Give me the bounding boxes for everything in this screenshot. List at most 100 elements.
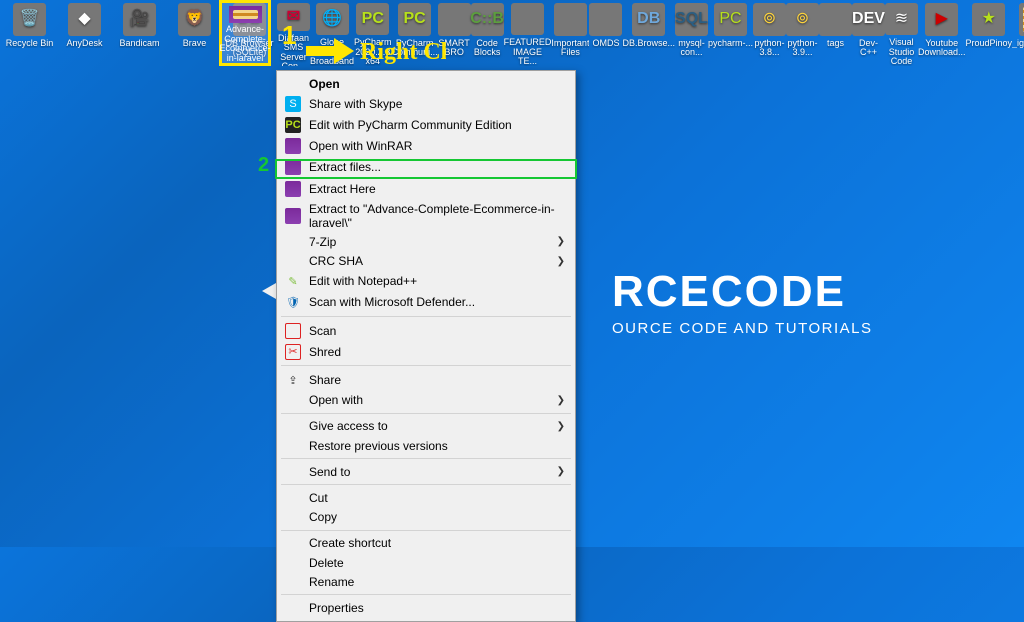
menu-extract-files[interactable]: Extract files... [279,157,573,178]
menu-send-to[interactable]: Send to❯ [279,462,573,481]
winrar-icon [285,138,301,154]
menu-delete[interactable]: Delete [279,553,573,572]
menu-create-shortcut[interactable]: Create shortcut [279,534,573,553]
winrar-icon [285,159,301,175]
menu-separator [281,413,571,414]
codeblocks-icon: C::B [471,3,504,36]
icon-igetintop1[interactable]: _igetintop... [1012,0,1024,66]
desktop[interactable]: 🗑️Recycle Bin ◆AnyDesk 🎥Bandicam 🦁Brave … [2,0,1024,66]
target-icon-label: Advance-Complete-Ecommerce-in-laravel [220,25,271,63]
python-icon: ⊚ [753,3,786,36]
icon-bandicam[interactable]: 🎥Bandicam [112,0,167,66]
annotation-arrow-icon: Right Click [306,36,446,68]
annotation-step2-number: 2 [258,154,269,177]
pycharm-comm-icon: PC [398,3,431,36]
menu-7zip[interactable]: 7-Zip❯ [279,232,573,251]
bandicam-icon: 🎥 [123,3,156,36]
menu-separator [281,316,571,317]
defender-icon: 🛡 [285,294,301,310]
annotation-step1: 1 [282,20,303,51]
devcpp-icon: DEV [852,3,885,36]
menu-notepadpp[interactable]: ✎Edit with Notepad++ [279,271,573,292]
menu-defender[interactable]: 🛡Scan with Microsoft Defender... [279,292,573,313]
winrar-icon [285,208,301,224]
icon-mysql[interactable]: SQLmysql-con... [675,0,708,66]
icon-omds[interactable]: OMDS [589,0,622,66]
wallpaper-subtitle: OURCE CODE AND TUTORIALS [612,320,873,337]
icon-target-archive[interactable]: Advance-Complete-Ecommerce-in-laravel [219,0,271,66]
folder-icon [589,3,622,36]
scan-icon [285,323,301,339]
menu-separator [281,530,571,531]
menu-share[interactable]: ⇪Share [279,369,573,390]
context-menu-pointer-icon [262,283,276,299]
pycharm-installer-icon: PC [714,3,747,36]
db-file-icon: DB [632,3,665,36]
menu-copy[interactable]: Copy [279,508,573,527]
wallpaper-title: RCECODE [612,270,873,314]
chevron-right-icon: ❯ [557,395,565,406]
icon-tags[interactable]: tags [819,0,852,66]
icon-python38[interactable]: ⊚python-3.8... [753,0,786,66]
share-icon: ⇪ [285,372,301,388]
menu-separator [281,594,571,595]
icon-featured[interactable]: FEATURED IMAGE TE... [504,0,552,66]
chevron-right-icon: ❯ [557,421,565,432]
menu-give-access[interactable]: Give access to❯ [279,417,573,436]
notepadpp-icon: ✎ [285,273,301,289]
skype-icon: S [285,96,301,112]
icon-python39[interactable]: ⊚python-3.9... [786,0,819,66]
icon-important[interactable]: Important Files [551,0,589,66]
icon-proudpinoy[interactable]: ★ProudPinoy [966,0,1013,66]
icon-vscode[interactable]: ≋Visual Studio Code [885,0,918,66]
icon-dbbrowse-file[interactable]: DBDB.Browse... [622,0,675,66]
menu-scan[interactable]: Scan [279,320,573,341]
anydesk-icon: ◆ [68,3,101,36]
menu-separator [281,458,571,459]
menu-cut[interactable]: Cut [279,488,573,507]
wallpaper-brand: RCECODE OURCE CODE AND TUTORIALS [612,270,873,337]
menu-extract-to[interactable]: Extract to "Advance-Complete-Ecommerce-i… [279,199,573,232]
globe-tattoo-icon: 🌐 [316,3,349,35]
vscode-icon: ≋ [885,3,918,35]
menu-properties[interactable]: Properties [279,598,573,617]
winrar-icon [285,181,301,197]
pycharm-icon: PC [356,3,389,35]
folder-icon [554,3,587,36]
context-menu: Open SShare with Skype PCEdit with PyCha… [276,70,576,622]
menu-crc[interactable]: CRC SHA❯ [279,252,573,271]
document-icon [819,3,852,36]
icon-anydesk[interactable]: ◆AnyDesk [57,0,112,66]
menu-separator [281,365,571,366]
chevron-right-icon: ❯ [557,236,565,247]
menu-open-with[interactable]: Open with❯ [279,391,573,410]
menu-edit-pycharm[interactable]: PCEdit with PyCharm Community Edition [279,114,573,135]
pycharm-icon: PC [285,117,301,133]
shred-icon: ✂ [285,344,301,360]
menu-open[interactable]: Open [279,74,573,93]
rar-icon [1019,3,1024,36]
recycle-bin-icon: 🗑️ [13,3,46,36]
smartbro-icon [438,3,471,36]
icon-pycharm-installer[interactable]: PCpycharm-... [708,0,753,66]
menu-shred[interactable]: ✂Shred [279,341,573,362]
icon-brave[interactable]: 🦁Brave [167,0,222,66]
menu-restore[interactable]: Restore previous versions [279,436,573,455]
menu-separator [281,484,571,485]
icon-youtube-dl[interactable]: ▶Youtube Download... [918,0,966,66]
chevron-right-icon: ❯ [557,466,565,477]
youtube-icon: ▶ [925,3,958,36]
icon-recycle-bin[interactable]: 🗑️Recycle Bin [2,0,57,66]
menu-extract-here[interactable]: Extract Here [279,178,573,199]
proudpinoy-icon: ★ [972,3,1005,36]
menu-open-winrar[interactable]: Open with WinRAR [279,136,573,157]
annotation-step1-label: Right Click [360,39,446,65]
icon-devcpp[interactable]: DEVDev-C++ [852,0,885,66]
menu-rename[interactable]: Rename [279,572,573,591]
menu-share-skype[interactable]: SShare with Skype [279,93,573,114]
folder-icon [511,3,544,35]
mysql-icon: SQL [675,3,708,36]
rar-icon [229,6,262,23]
python-icon: ⊚ [786,3,819,36]
icon-codeblocks[interactable]: C::BCode Blocks [471,0,504,66]
